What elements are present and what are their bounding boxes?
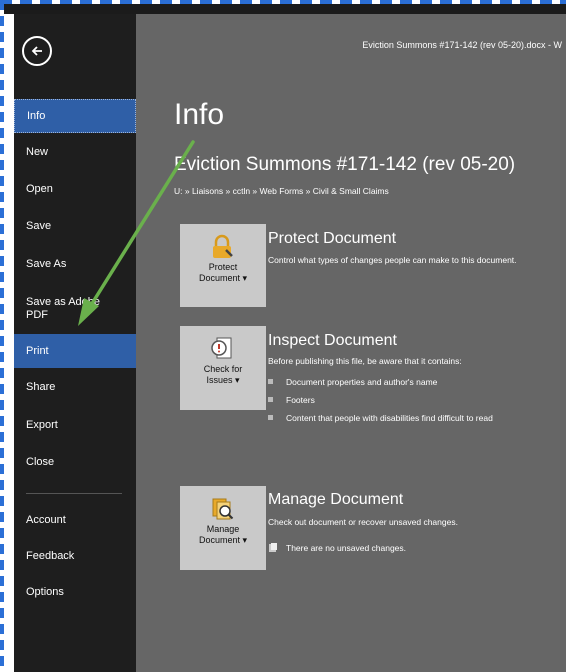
- window: Info New Open Save Save As Save as Adobe…: [0, 0, 566, 672]
- annotation-arrow: [78, 140, 195, 326]
